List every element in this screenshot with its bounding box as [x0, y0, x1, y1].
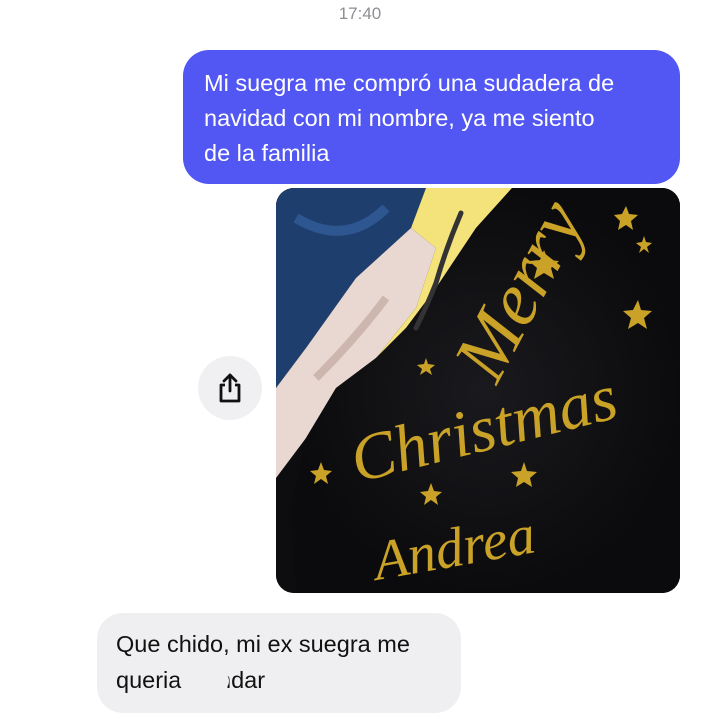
message-line: Que chido, mi ex suegra me	[116, 631, 410, 657]
message-line: de la familia	[204, 140, 330, 166]
message-photo[interactable]: Merry Christmas Andrea	[276, 188, 680, 593]
message-line: queria d andar	[116, 662, 443, 698]
message-line: Mi suegra me compró una sudadera de	[204, 70, 615, 96]
message-line: navidad con mi nombre, ya me siento	[204, 105, 595, 131]
incoming-message-bubble[interactable]: Que chido, mi ex suegra me queria d andar	[97, 613, 461, 713]
redaction-mark	[178, 671, 229, 691]
share-button[interactable]	[198, 356, 262, 420]
share-icon	[219, 373, 241, 403]
outgoing-message-bubble[interactable]: Mi suegra me compró una sudadera de navi…	[183, 50, 680, 184]
timestamp: 17:40	[338, 4, 382, 23]
